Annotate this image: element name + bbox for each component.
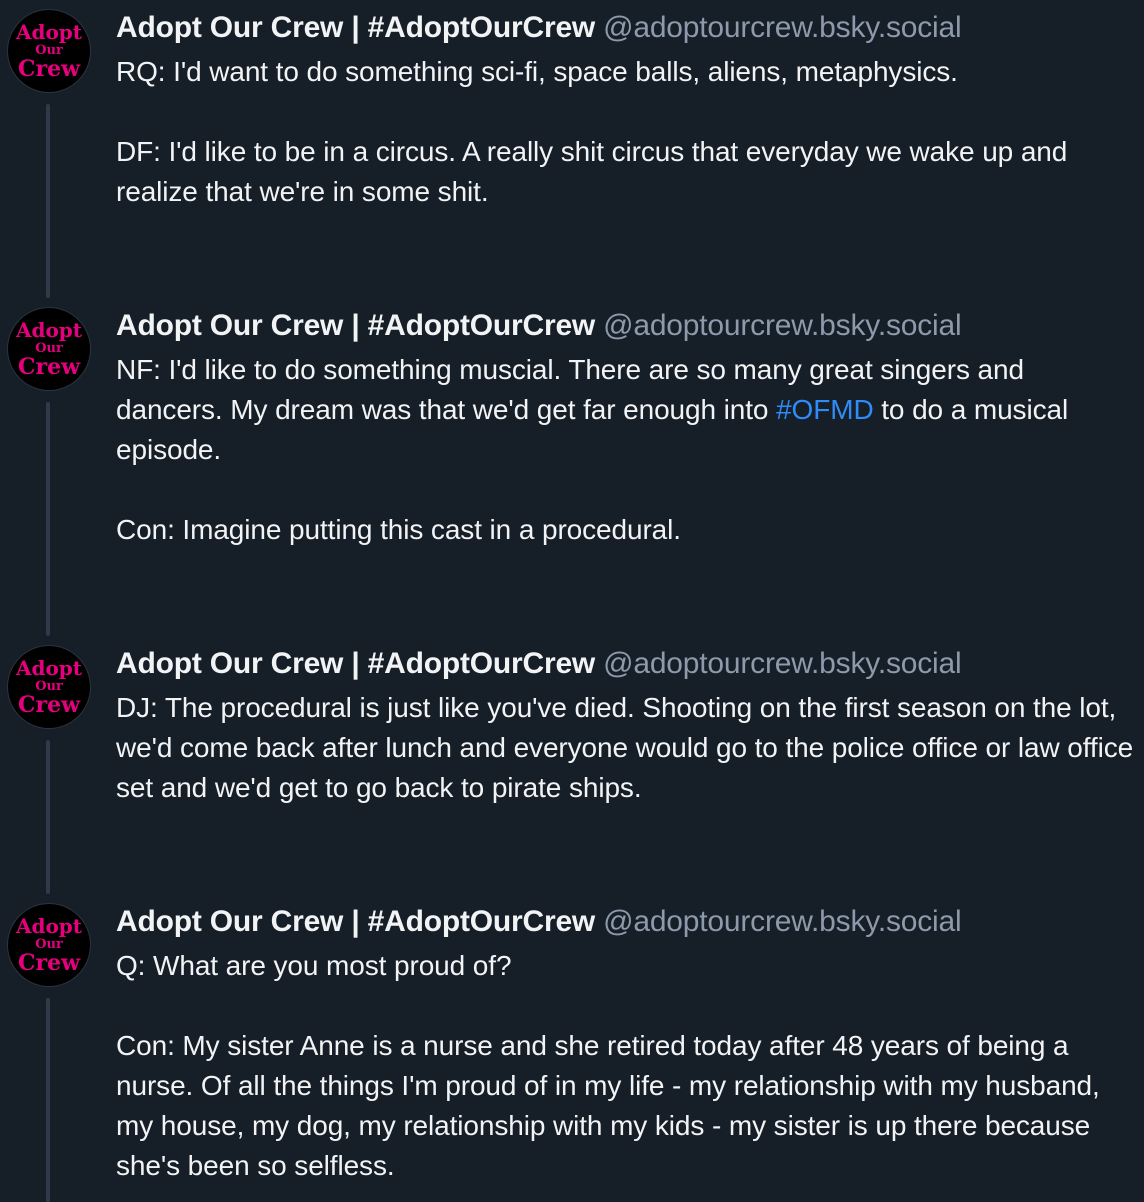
post-paragraph: Con: My sister Anne is a nurse and she r… <box>116 1030 1100 1181</box>
handle[interactable]: @adoptourcrew.bsky.social <box>603 11 962 44</box>
svg-text:Crew: Crew <box>18 354 81 380</box>
thread-connector <box>46 402 50 636</box>
adopt-our-crew-logo-icon: Adopt Our Crew <box>15 318 83 380</box>
svg-text:Crew: Crew <box>18 56 81 82</box>
adopt-our-crew-logo-icon: Adopt Our Crew <box>15 20 83 82</box>
svg-text:Adopt: Adopt <box>15 656 83 680</box>
post-paragraph: Con: Imagine putting this cast in a proc… <box>116 514 681 545</box>
display-name[interactable]: Adopt Our Crew | #AdoptOurCrew <box>116 309 595 342</box>
svg-text:Crew: Crew <box>18 950 81 976</box>
adopt-our-crew-logo-icon: Adopt Our Crew <box>15 656 83 718</box>
post-text: Q: What are you most proud of? Con: My s… <box>116 946 1136 1186</box>
handle[interactable]: @adoptourcrew.bsky.social <box>603 309 962 342</box>
avatar[interactable]: Adopt Our Crew <box>8 308 90 390</box>
display-name[interactable]: Adopt Our Crew | #AdoptOurCrew <box>116 11 595 44</box>
thread-connector <box>46 740 50 894</box>
post-4[interactable]: Adopt Our Crew Adopt Our Crew | #AdoptOu… <box>0 894 1144 1202</box>
post-2[interactable]: Adopt Our Crew Adopt Our Crew | #AdoptOu… <box>0 298 1144 636</box>
post-text: DJ: The procedural is just like you've d… <box>116 688 1136 808</box>
post-paragraph: Q: What are you most proud of? <box>116 950 512 981</box>
svg-text:Crew: Crew <box>18 692 81 718</box>
post-text: RQ: I'd want to do something sci-fi, spa… <box>116 52 1136 212</box>
post-1[interactable]: Adopt Our Crew Adopt Our Crew | #AdoptOu… <box>0 0 1144 298</box>
post-paragraph: NF: I'd like to do something muscial. Th… <box>116 350 1136 470</box>
thread: Adopt Our Crew Adopt Our Crew | #AdoptOu… <box>0 0 1144 1202</box>
handle[interactable]: @adoptourcrew.bsky.social <box>603 647 962 680</box>
post-header: Adopt Our Crew | #AdoptOurCrew @adoptourc… <box>116 8 962 48</box>
post-header: Adopt Our Crew | #AdoptOurCrew @adoptourc… <box>116 644 962 684</box>
handle[interactable]: @adoptourcrew.bsky.social <box>603 905 962 938</box>
post-paragraph: DF: I'd like to be in a circus. A really… <box>116 136 1068 207</box>
post-3[interactable]: Adopt Our Crew Adopt Our Crew | #AdoptOu… <box>0 636 1144 894</box>
adopt-our-crew-logo-icon: Adopt Our Crew <box>15 914 83 976</box>
avatar[interactable]: Adopt Our Crew <box>8 646 90 728</box>
post-paragraph: RQ: I'd want to do something sci-fi, spa… <box>116 56 958 87</box>
hashtag-link[interactable]: #OFMD <box>776 394 874 425</box>
avatar[interactable]: Adopt Our Crew <box>8 904 90 986</box>
svg-text:Adopt: Adopt <box>15 20 83 44</box>
thread-connector <box>46 998 50 1202</box>
post-text: NF: I'd like to do something muscial. Th… <box>116 350 1136 550</box>
avatar[interactable]: Adopt Our Crew <box>8 10 90 92</box>
display-name[interactable]: Adopt Our Crew | #AdoptOurCrew <box>116 905 595 938</box>
display-name[interactable]: Adopt Our Crew | #AdoptOurCrew <box>116 647 595 680</box>
svg-text:Adopt: Adopt <box>15 914 83 938</box>
post-paragraph: DJ: The procedural is just like you've d… <box>116 692 1134 803</box>
thread-connector <box>46 104 50 298</box>
post-header: Adopt Our Crew | #AdoptOurCrew @adoptourc… <box>116 306 962 346</box>
svg-text:Adopt: Adopt <box>15 318 83 342</box>
post-header: Adopt Our Crew | #AdoptOurCrew @adoptourc… <box>116 902 962 942</box>
